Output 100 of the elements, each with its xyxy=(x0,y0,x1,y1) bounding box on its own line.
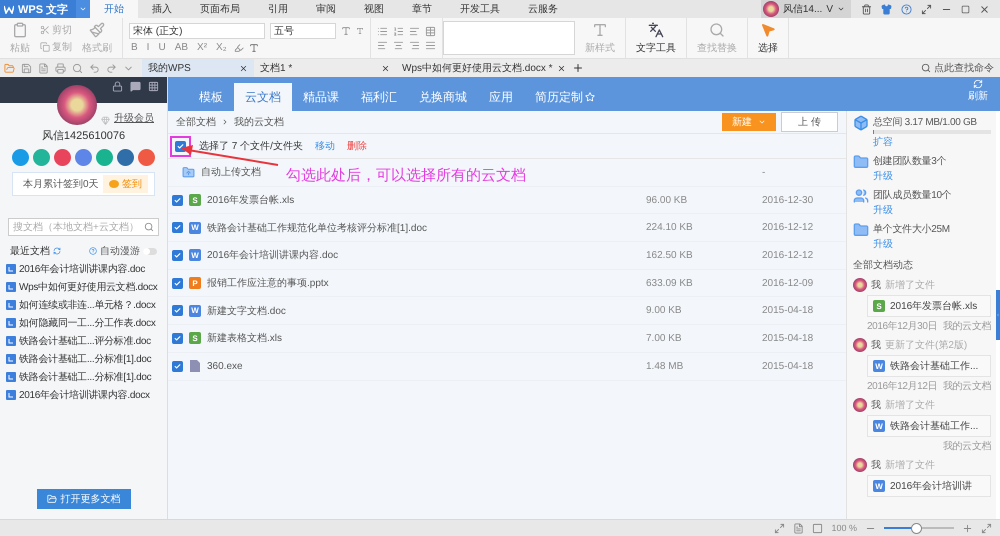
font-color-icon[interactable] xyxy=(248,42,259,52)
command-search-field[interactable]: 点此查找命令 xyxy=(915,59,1000,77)
document-tab[interactable]: 我的WPS xyxy=(142,59,254,77)
align-left-icon[interactable] xyxy=(377,40,388,50)
recent-document[interactable]: 铁路会计基础工...分标准[1].doc xyxy=(0,368,167,386)
preview-icon[interactable] xyxy=(72,62,83,74)
shortcut-icon[interactable] xyxy=(33,149,50,166)
redo-icon[interactable] xyxy=(106,62,117,74)
font-name-field[interactable]: 宋体 (正文) xyxy=(129,23,265,39)
select-all-checkbox[interactable] xyxy=(175,140,186,152)
ribbon-button[interactable]: 选择 xyxy=(754,22,782,54)
document-tab[interactable]: Wps中如何更好使用云文档.docx * xyxy=(396,59,572,77)
upgrade-link[interactable]: 升级会员 xyxy=(114,111,154,125)
nav-tab[interactable]: 云文档 xyxy=(234,83,292,111)
recent-document[interactable]: 铁路会计基础工...评分标准.doc xyxy=(0,332,167,350)
ribbon-tab[interactable]: 开始 xyxy=(90,0,138,18)
highlighter-icon[interactable] xyxy=(234,42,244,52)
justify-icon[interactable] xyxy=(425,40,436,50)
ribbon-tab[interactable]: 视图 xyxy=(350,0,398,18)
ribbon-tab[interactable]: 开发工具 xyxy=(446,0,514,18)
file-row[interactable]: S 新建表格文档.xls 7.00 KB 2015-04-18 xyxy=(168,325,846,353)
feed-file-card[interactable]: W 2016年会计培训讲 xyxy=(867,475,991,497)
row-checkbox[interactable] xyxy=(172,278,183,289)
file-row[interactable]: W 2016年会计培训讲课内容.doc 162.50 KB 2016-12-12 xyxy=(168,242,846,270)
breadcrumb-link[interactable]: 全部文档 xyxy=(176,115,216,129)
fullscreen-icon[interactable] xyxy=(921,4,932,14)
close-tab-icon[interactable] xyxy=(556,64,566,72)
refresh-icon[interactable] xyxy=(53,247,61,255)
open-more-button[interactable]: 打开更多文档 xyxy=(36,489,130,509)
apps-grid-icon[interactable] xyxy=(148,81,159,92)
upload-button[interactable]: 上 传 xyxy=(781,112,838,132)
feed-file-card[interactable]: S 2016年发票台帐.xls xyxy=(867,295,991,317)
ribbon-tab[interactable]: 插入 xyxy=(138,0,186,18)
row-checkbox[interactable] xyxy=(172,332,183,344)
recent-document[interactable]: 2016年会计培训讲课内容.doc xyxy=(0,260,167,278)
save-icon[interactable] xyxy=(21,62,32,74)
undo-icon[interactable] xyxy=(89,62,100,74)
file-row[interactable]: S 2016年发票台帐.xls 96.00 KB 2016-12-30 xyxy=(168,186,846,214)
help-icon[interactable] xyxy=(89,247,97,255)
recent-document[interactable]: 如何隐藏同一工...分工作表.docx xyxy=(0,314,167,332)
recent-document[interactable]: 如何连续或非连...单元格？.docx xyxy=(0,296,167,314)
shrink-font-icon[interactable] xyxy=(356,27,364,35)
feed-file-card[interactable]: W 铁路会计基础工作... xyxy=(867,415,991,437)
align-right-icon[interactable] xyxy=(409,40,420,50)
fullscreen-icon[interactable] xyxy=(981,522,992,534)
shortcut-icon[interactable] xyxy=(117,149,134,166)
shortcut-icon[interactable] xyxy=(54,149,71,166)
table-icon[interactable] xyxy=(425,26,436,36)
read-mode-icon[interactable] xyxy=(812,522,824,534)
recent-document[interactable]: 2016年会计培训讲课内容.docx xyxy=(0,386,167,404)
ribbon-button[interactable]: 文字工具 xyxy=(632,22,680,54)
app-menu-button[interactable]: WPS 文字 xyxy=(0,0,76,18)
zoom-in-icon[interactable] xyxy=(962,522,973,534)
restore-icon[interactable] xyxy=(961,4,970,14)
shortcut-icon[interactable] xyxy=(12,149,29,166)
new-tab-icon[interactable] xyxy=(572,62,584,74)
document-tab[interactable]: 文档1 * xyxy=(254,59,396,77)
font-size-field[interactable]: 五号 xyxy=(270,23,336,39)
row-checkbox[interactable] xyxy=(172,305,183,316)
close-icon[interactable] xyxy=(979,4,990,14)
file-row[interactable]: W 新建文字文档.doc 9.00 KB 2015-04-18 xyxy=(168,297,846,326)
ribbon-tab[interactable]: 章节 xyxy=(398,0,446,18)
row-checkbox[interactable] xyxy=(172,194,183,206)
bullet-list-icon[interactable] xyxy=(377,26,388,36)
app-dropdown-button[interactable] xyxy=(76,0,90,18)
fit-icon[interactable] xyxy=(774,522,786,534)
row-checkbox[interactable] xyxy=(172,250,183,261)
ribbon-tab[interactable]: 审阅 xyxy=(302,0,350,18)
lock-icon[interactable] xyxy=(112,81,123,92)
close-tab-icon[interactable] xyxy=(239,64,248,72)
ribbon-tab[interactable]: 页面布局 xyxy=(186,0,254,18)
row-checkbox[interactable] xyxy=(172,360,183,372)
file-row[interactable]: W 铁路会计基础工作规范化单位考核评分标准[1].doc 224.10 KB 2016-12-12 xyxy=(168,214,846,242)
row-checkbox[interactable] xyxy=(172,222,183,234)
open-icon[interactable] xyxy=(4,62,15,74)
indent-icon[interactable] xyxy=(409,26,420,36)
shortcut-icon[interactable] xyxy=(96,149,113,166)
feed-file-card[interactable]: W 铁路会计基础工作... xyxy=(867,355,991,377)
shortcut-icon[interactable] xyxy=(138,149,155,166)
grow-font-icon[interactable] xyxy=(341,26,351,36)
recent-document[interactable]: 铁路会计基础工...分标准[1].doc xyxy=(0,350,167,368)
recent-document[interactable]: Wps中如何更好使用云文档.docx xyxy=(0,278,167,296)
user-account[interactable]: 风信14... V xyxy=(760,0,851,18)
page-view-icon[interactable] xyxy=(793,522,804,534)
ribbon-tab[interactable]: 引用 xyxy=(254,0,302,18)
help-icon[interactable] xyxy=(901,4,912,14)
delete-link[interactable]: 删除 xyxy=(346,139,367,153)
export-icon[interactable] xyxy=(38,62,49,74)
print-icon[interactable] xyxy=(55,62,66,74)
zoom-thumb[interactable] xyxy=(910,522,922,534)
numbered-list-icon[interactable] xyxy=(393,26,404,36)
chat-icon[interactable] xyxy=(130,81,141,92)
auto-roam-switch[interactable] xyxy=(143,248,157,254)
side-panel-handle[interactable] xyxy=(996,290,1000,340)
file-row[interactable]: P 报销工作应注意的事项.pptx 633.09 KB 2016-12-09 xyxy=(168,270,846,298)
close-tab-icon[interactable] xyxy=(381,64,390,72)
ribbon-tab[interactable]: 云服务 xyxy=(514,0,572,18)
file-row[interactable]: 360.exe 1.48 MB 2015-04-18 xyxy=(168,352,846,380)
align-center-icon[interactable] xyxy=(393,40,404,50)
skin-icon[interactable] xyxy=(881,4,892,14)
